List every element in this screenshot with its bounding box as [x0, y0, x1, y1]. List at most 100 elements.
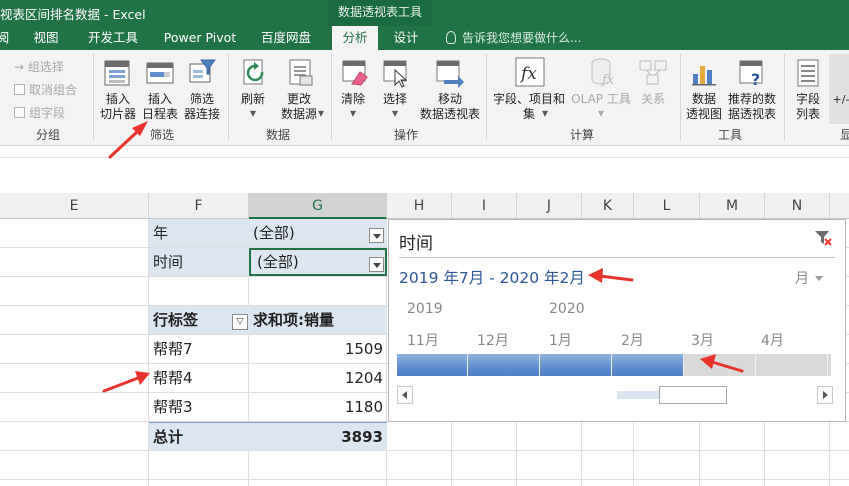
group-separator [228, 54, 229, 140]
pivot-row-value[interactable]: 1509 [249, 335, 387, 363]
olap-cylinder-icon: fx [591, 58, 615, 88]
pivot-row-label[interactable]: 帮帮3 [149, 393, 249, 421]
column-header-i[interactable]: I [452, 193, 517, 219]
tab-review-partial[interactable]: 阅 [0, 26, 10, 50]
timeline-month-divider [827, 354, 828, 376]
field-list-label: 字段 列表 [795, 92, 820, 121]
timeline-month-divider [683, 354, 684, 376]
recommended-pivot-label: 推荐的数 据透视表 [727, 92, 776, 121]
column-header-h[interactable]: H [387, 193, 452, 219]
plus-minus-label: +/- [832, 93, 849, 106]
column-header-o-partial[interactable] [830, 193, 849, 219]
pivot-grand-total-label: 总计 [149, 422, 249, 450]
timeline-slicer[interactable]: 时间 2019 年7月 - 2020 年2月 月 2019 2020 11月 1… [388, 219, 846, 422]
time-filter-dropdown-icon[interactable] [369, 257, 384, 272]
timeline-level-selector[interactable]: 月 [795, 268, 823, 288]
timeline-month-label: 1月 [549, 333, 572, 349]
timeline-selected-range: 2019 年7月 - 2020 年2月 [399, 269, 585, 287]
pivot-filter-field-year: 年 [149, 219, 249, 247]
group-field-button[interactable]: 组字段 [14, 104, 65, 121]
plus-minus-buttons-button[interactable]: +/- [829, 54, 849, 124]
move-pivot-icon [436, 60, 464, 88]
year-filter-dropdown-icon[interactable] [369, 228, 384, 243]
column-header-j[interactable]: J [517, 193, 582, 219]
tab-developer[interactable]: 开发工具 [78, 26, 148, 50]
select-dropdown-icon: ▾ [391, 106, 399, 120]
svg-text:?: ? [751, 70, 760, 88]
formula-fx-icon: fx [515, 57, 545, 87]
field-list-icon [797, 59, 819, 87]
relationships-icon [639, 60, 667, 85]
pivot-tools-context-label: 数据透视表工具 [328, 0, 432, 26]
column-header-f[interactable]: F [149, 193, 249, 219]
excel-window: 视表区间排名数据 - Excel 数据透视表工具 阅 视图 开发工具 Power… [0, 0, 849, 486]
group-label-calculations: 计算 [569, 128, 594, 142]
change-source-dropdown-icon: ▾ [317, 106, 325, 120]
timeline-month-divider [539, 354, 540, 376]
pivot-row-value[interactable]: 1180 [249, 393, 387, 421]
timeline-icon [146, 62, 174, 84]
timeline-scrollbar[interactable] [397, 386, 833, 404]
select-icon [383, 60, 408, 88]
insert-slicer-label: 插入 切片器 [99, 92, 136, 121]
tab-view[interactable]: 视图 [22, 26, 70, 50]
column-header-m[interactable]: M [700, 193, 765, 219]
tell-me-box[interactable]: 告诉我您想要做什么... [446, 26, 581, 50]
clear-filter-icon[interactable] [814, 229, 832, 247]
chevron-down-icon [815, 276, 823, 281]
pivot-row-label[interactable]: 帮帮7 [149, 335, 249, 363]
svg-text:fx: fx [519, 64, 537, 84]
pivot-filter-value-time[interactable]: (全部) [249, 248, 387, 276]
timeline-level-label: 月 [795, 271, 809, 287]
timeline-period-bar[interactable] [397, 354, 831, 376]
group-label-data: 数据 [265, 128, 290, 142]
timeline-month-divider [467, 354, 468, 376]
scroll-left-icon[interactable] [397, 386, 413, 404]
ungroup-button[interactable]: 取消组合 [14, 81, 77, 98]
row-label-filter-icon[interactable]: ▽ [232, 314, 248, 330]
slicer-icon [104, 60, 130, 86]
timeline-year-label: 2020 [549, 301, 585, 317]
tab-baidu-netdisk[interactable]: 百度网盘 [252, 26, 320, 50]
timeline-title: 时间 [399, 234, 433, 254]
timeline-month-label: 4月 [761, 333, 784, 349]
window-title: 视表区间排名数据 - Excel [0, 7, 146, 22]
tab-design[interactable]: 设计 [384, 26, 428, 50]
timeline-month-divider [755, 354, 756, 376]
clear-icon [342, 60, 368, 86]
group-separator [331, 54, 332, 140]
column-header-n[interactable]: N [765, 193, 830, 219]
formula-bar-area [0, 147, 849, 193]
timeline-month-label: 2月 [621, 333, 644, 349]
group-selection-button[interactable]: → 组选择 [14, 58, 64, 75]
pivot-grand-total-value: 3893 [249, 422, 387, 450]
timeline-month-label: 3月 [691, 333, 714, 349]
ungroup-icon [14, 84, 25, 95]
group-separator [784, 54, 785, 140]
recommended-pivot-icon: ? [739, 60, 763, 88]
pivot-row-label[interactable]: 帮帮4 [149, 364, 249, 392]
pivot-filter-value-year: (全部) [249, 219, 387, 247]
pivot-value-header: 求和项:销量 [249, 306, 387, 334]
fields-items-sets-label: 字段、项目和集 [492, 92, 565, 121]
timeline-month-label: 11月 [407, 333, 439, 349]
column-header-k[interactable]: K [582, 193, 634, 219]
scroll-right-icon[interactable] [817, 386, 833, 404]
title-bar: 视表区间排名数据 - Excel 数据透视表工具 [0, 0, 849, 26]
olap-dropdown-icon: ▾ [597, 106, 605, 120]
timeline-selected-period[interactable] [397, 354, 683, 376]
select-label: 选择 [382, 92, 407, 106]
column-header-e[interactable]: E [0, 193, 149, 219]
column-header-g[interactable]: G [249, 193, 387, 219]
pivot-row-value[interactable]: 1204 [249, 364, 387, 392]
group-separator [93, 54, 94, 140]
scroll-thumb[interactable] [659, 386, 727, 404]
pivotchart-label: 数据 透视图 [685, 92, 722, 121]
tab-power-pivot[interactable]: Power Pivot [158, 26, 242, 50]
group-field-icon [14, 107, 25, 118]
pivotchart-icon [692, 66, 716, 86]
group-label-show: 显 [839, 128, 849, 142]
group-label-grouping: 分组 [35, 128, 60, 142]
column-header-l[interactable]: L [634, 193, 700, 219]
tab-analyze[interactable]: 分析 [332, 26, 378, 50]
